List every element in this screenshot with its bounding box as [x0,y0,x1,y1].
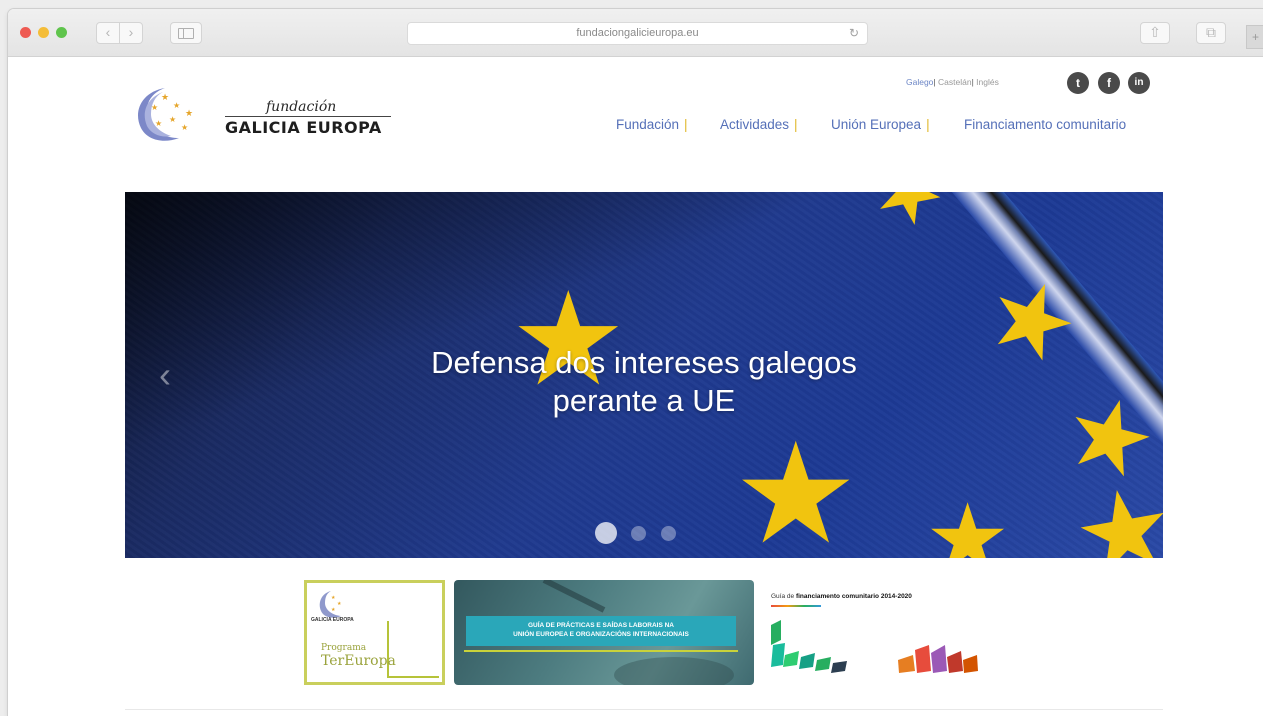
svg-text:★: ★ [173,101,180,110]
site-logo[interactable]: ★ ★ ★ ★ ★ ★ ★ fundación GALICIA EUROPA [133,82,403,144]
eu-stars-logo-icon: ★ ★ ★ [319,591,342,618]
lang-ingles-link[interactable]: Inglés [976,77,999,87]
lang-separator: | [933,77,936,87]
address-bar[interactable]: fundaciongalicieuropa.eu ↻ [407,22,868,45]
slider-dot-2[interactable] [631,525,647,541]
hero-slider[interactable]: ★ ★ ★ ★ ★ ★ ★ ‹ Defensa dos intereses ga… [125,192,1163,558]
tabs-icon: ⧉ [1206,24,1216,40]
nav-label: Financiamento comunitario [964,117,1127,132]
nav-separator: | [926,117,930,132]
browser-toolbar: ‹ › fundaciongalicieuropa.eu ↻ ⇧ ⧉ + [8,9,1263,57]
lang-separator: | [971,77,974,87]
eu-stars-logo-icon: ★ ★ ★ ★ ★ ★ ★ [138,88,193,141]
hero-headline-line1: Defensa dos intereses galegos [431,345,857,380]
banner-org-text: GALICIA EUROPA [311,617,354,623]
financing-prefix: Guía de [771,593,795,600]
eu-star-icon: ★ [925,486,1011,559]
banner-guide-title: GUÍA DE PRÁCTICAS E SAÍDAS LABORAIS NA U… [466,616,736,646]
svg-text:★: ★ [155,119,162,128]
logo-divider [225,116,391,117]
slider-pagination [595,522,686,544]
nav-label: Unión Europea [831,117,922,132]
nav-label: Actividades [720,117,790,132]
chevron-left-icon: ‹ [105,24,111,40]
banner-color-strip [771,605,821,607]
nav-item-financiamento[interactable]: Financiamento comunitario [964,117,1126,132]
logo-name-text: GALICIA EUROPA [225,118,382,137]
linkedin-icon[interactable]: in [1128,72,1150,94]
twitter-icon[interactable]: t [1067,72,1089,94]
tab-overview-button[interactable]: ⧉ [1196,22,1226,44]
lang-galego-link[interactable]: Galego [906,77,933,87]
slider-dot-3[interactable] [660,525,676,541]
slider-dot-1[interactable] [595,522,617,544]
nav-separator: | [684,117,688,132]
browser-window: ‹ › fundaciongalicieuropa.eu ↻ ⇧ ⧉ + ★ ★… [8,9,1263,716]
plus-icon: + [1251,30,1259,44]
share-button[interactable]: ⇧ [1140,22,1170,44]
zoom-window-button[interactable] [56,27,67,38]
banner-guide-line1: GUÍA DE PRÁCTICAS E SAÍDAS LABORAIS NA [527,622,675,629]
back-button[interactable]: ‹ [96,22,120,44]
eu-star-icon: ★ [1064,462,1163,558]
reload-icon[interactable]: ↻ [849,23,859,44]
nav-separator: | [794,117,798,132]
forward-button[interactable]: › [119,22,143,44]
url-text: fundaciongalicieuropa.eu [576,27,699,39]
new-tab-button[interactable]: + [1246,25,1263,49]
share-icon: ⇧ [1149,24,1161,40]
program-name: TerEuropa [321,653,396,669]
nav-item-fundacion[interactable]: Fundación | [616,117,688,132]
chevron-right-icon: › [128,24,134,40]
content-divider [125,709,1163,710]
nav-item-union-europea[interactable]: Unión Europea | [831,117,930,132]
svg-text:★: ★ [181,123,188,132]
svg-text:★: ★ [185,108,193,118]
banner-guia-practicas[interactable]: GUÍA DE PRÁCTICAS E SAÍDAS LABORAIS NA U… [454,580,754,685]
lang-castelan-link[interactable]: Castelán [938,77,972,87]
geometric-graphic-icon [771,620,978,673]
svg-text:★: ★ [161,92,169,102]
svg-text:★: ★ [169,115,176,124]
minimize-window-button[interactable] [38,27,49,38]
eu-star-icon: ★ [733,415,859,559]
banner-financing-title: Guía de financiamento comunitario 2014-2… [771,593,912,600]
banner-accent-line [464,650,738,652]
close-window-button[interactable] [20,27,31,38]
svg-text:★: ★ [331,607,336,613]
logo-fundacion-text: fundación [266,99,337,115]
svg-text:★: ★ [337,601,342,607]
facebook-icon[interactable]: f [1098,72,1120,94]
nav-label: Fundación [616,117,680,132]
nav-item-actividades[interactable]: Actividades | [720,117,798,132]
hero-headline: Defensa dos intereses galegos perante a … [125,344,1163,420]
banner-financiamento[interactable]: Guía de financiamento comunitario 2014-2… [763,585,993,685]
sidebar-toggle-button[interactable] [170,22,202,44]
language-switcher: Galego| Castelán| Inglés [906,77,999,87]
svg-text:★: ★ [151,103,158,112]
sidebar-icon [178,28,194,39]
program-prefix: Programa [321,643,367,653]
banner-program-text: Programa TerEuropa [321,643,442,669]
hero-headline-line2: perante a UE [552,383,736,418]
financing-title: financiamento comunitario 2014-2020 [795,593,912,600]
svg-text:★: ★ [331,595,336,601]
web-page: ★ ★ ★ ★ ★ ★ ★ fundación GALICIA EUROPA G… [8,57,1263,716]
banner-guide-line2: UNIÓN EUROPEA E ORGANIZACIÓNS INTERNACIO… [513,631,689,638]
banner-tereuropa[interactable]: ★ ★ ★ GALICIA EUROPA Programa TerEuropa [304,580,445,685]
